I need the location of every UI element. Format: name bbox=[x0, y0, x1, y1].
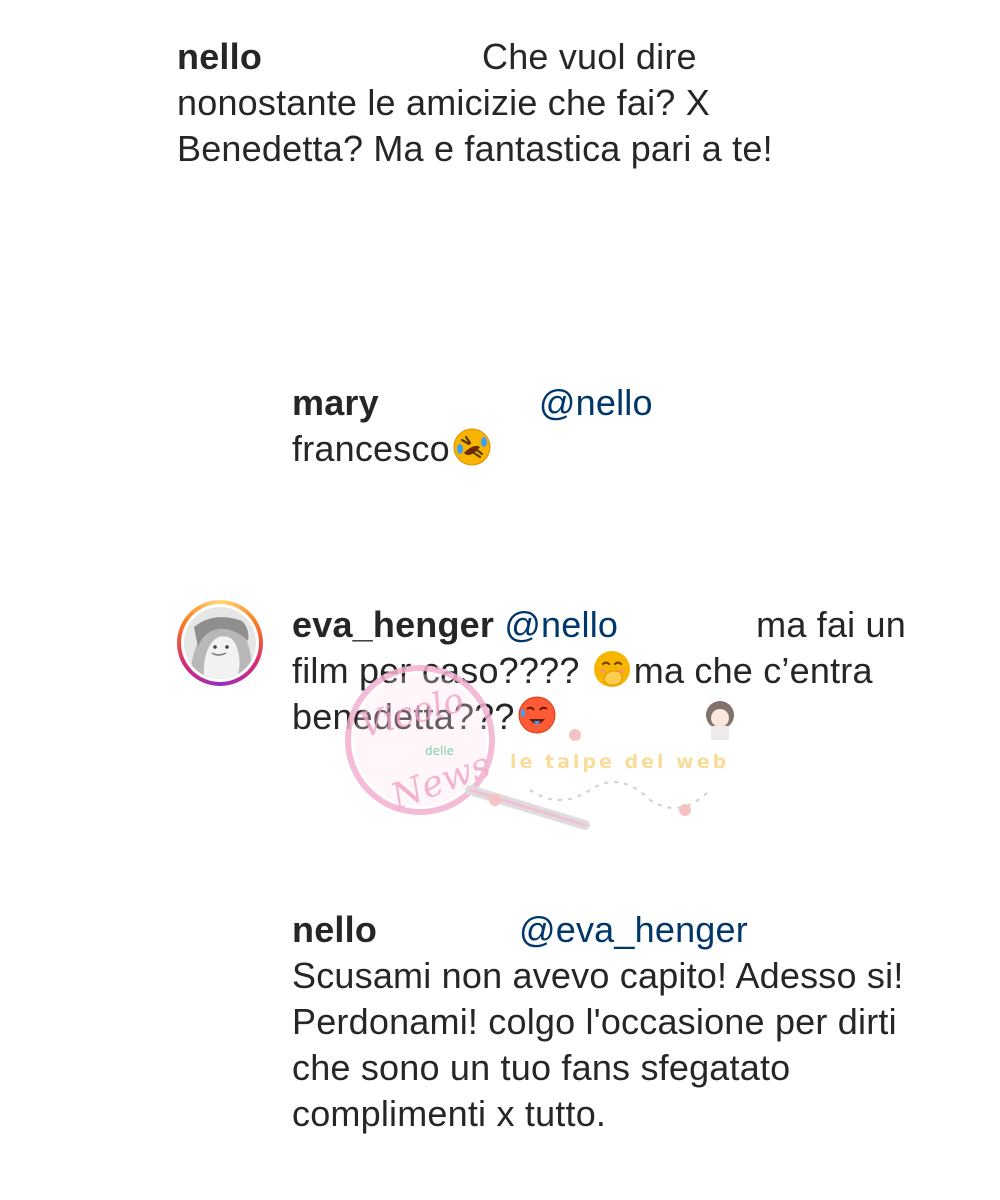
avatar-eva-henger[interactable] bbox=[177, 600, 263, 686]
rolling-on-floor-laughing-emoji bbox=[452, 427, 492, 467]
hot-face-emoji bbox=[517, 695, 557, 735]
watermark-tagline: le talpe del web bbox=[510, 751, 729, 773]
comment-username[interactable]: nello bbox=[292, 909, 377, 950]
comment-nello-1: nello Che vuol dire nonostante le amicizi… bbox=[177, 34, 877, 172]
comment-text: francesco bbox=[292, 428, 450, 469]
watermark-text-news: News bbox=[385, 745, 496, 819]
comment-username[interactable]: eva_henger bbox=[292, 604, 494, 645]
watermark-text-small: delle bbox=[425, 744, 454, 758]
face-with-hand-over-mouth-emoji bbox=[592, 649, 632, 689]
mention-link[interactable]: @nello bbox=[504, 604, 618, 645]
reply-eva-henger: eva_henger @nello ma fai un film per caso… bbox=[292, 602, 932, 740]
avatar-ring bbox=[181, 604, 259, 682]
mention-link[interactable]: @nello bbox=[539, 382, 653, 423]
reply-nello: nello @eva_henger Scusami non avevo capit… bbox=[292, 907, 932, 1137]
reply-mary: mary @nello francesco bbox=[292, 380, 912, 472]
comment-username[interactable]: mary bbox=[292, 382, 379, 423]
comment-username[interactable]: nello bbox=[177, 36, 262, 77]
mention-link[interactable]: @eva_henger bbox=[519, 909, 748, 950]
profile-photo bbox=[184, 607, 256, 679]
comment-text: Scusami non avevo capito! Adesso si! Per… bbox=[292, 955, 904, 1134]
